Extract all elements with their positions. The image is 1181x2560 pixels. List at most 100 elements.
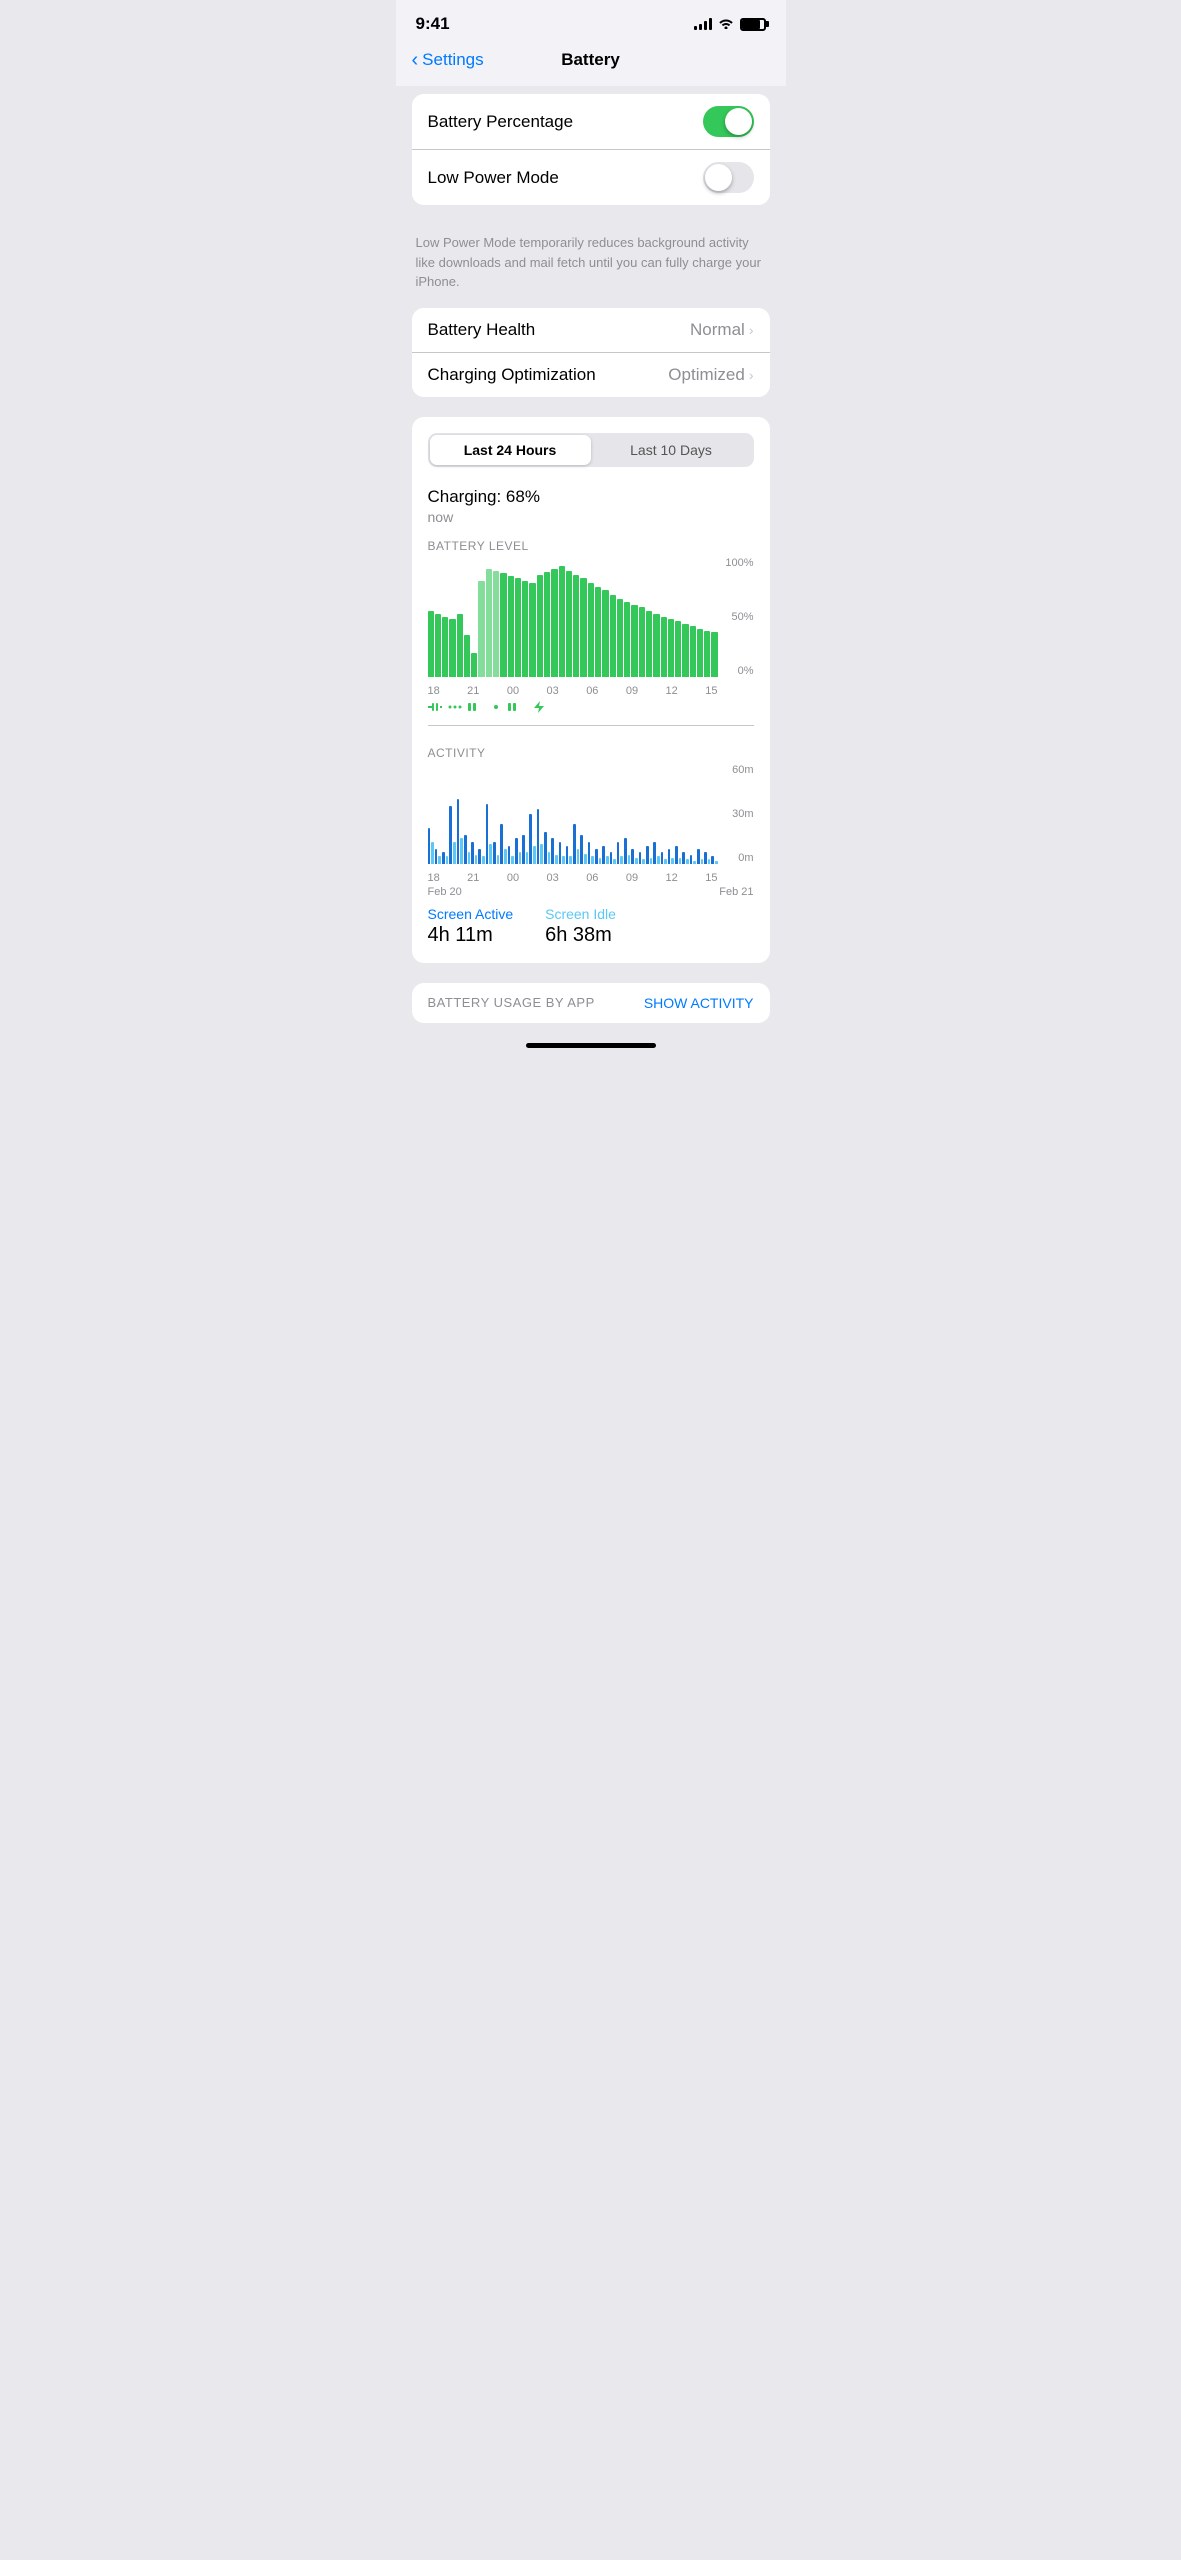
activity-bar-light (511, 856, 514, 863)
segment-last-24h[interactable]: Last 24 Hours (430, 435, 591, 465)
x-label: 12 (666, 685, 678, 697)
battery-bar-wrap (580, 557, 586, 677)
act-x-label: 21 (467, 872, 479, 884)
activity-bar-light (475, 855, 478, 864)
battery-usage-label: BATTERY USAGE BY APP (428, 995, 595, 1010)
battery-bar (559, 566, 565, 676)
battery-bar-wrap (646, 557, 652, 677)
battery-percentage-label: Battery Percentage (428, 112, 574, 132)
activity-bar-light (482, 856, 485, 863)
act-grid-0: 0m (722, 852, 754, 864)
charging-sub-text: now (428, 509, 754, 525)
activity-bar-dark (690, 855, 693, 864)
chart-divider (428, 725, 754, 726)
charging-optimization-row[interactable]: Charging Optimization Optimized › (412, 352, 770, 397)
screen-active-value: 4h 11m (428, 924, 514, 947)
activity-bar-light (671, 858, 674, 864)
battery-bar (478, 581, 484, 677)
battery-bar (508, 576, 514, 677)
battery-bar-wrap (631, 557, 637, 677)
battery-bar (515, 578, 521, 676)
battery-bar (449, 619, 455, 677)
activity-chart-container: 60m 30m 0m 1821000306091215 Feb 20 Feb 2… (412, 764, 770, 898)
battery-health-row[interactable]: Battery Health Normal › (412, 308, 770, 352)
activity-bar-dark (435, 849, 438, 863)
activity-bar-light (540, 844, 543, 864)
screen-idle-label: Screen Idle (545, 906, 616, 922)
battery-percentage-row[interactable]: Battery Percentage (412, 94, 770, 149)
activity-bar-dark (500, 824, 503, 864)
activity-bar-light (664, 859, 667, 863)
activity-bar-light (468, 852, 471, 863)
activity-bar-light (438, 856, 441, 863)
activity-bar-dark (653, 842, 656, 863)
battery-bar-wrap (508, 557, 514, 677)
activity-bar-dark (711, 856, 714, 863)
grid-0: 0% (722, 665, 754, 677)
battery-bar-wrap (588, 557, 594, 677)
x-label: 03 (547, 685, 559, 697)
battery-bar (500, 573, 506, 676)
activity-bar-dark (646, 846, 649, 863)
back-button[interactable]: ‹ Settings (412, 50, 484, 70)
battery-bar (653, 614, 659, 676)
activity-bar-dark (675, 846, 678, 863)
segment-last-10d[interactable]: Last 10 Days (591, 435, 752, 465)
battery-percentage-toggle[interactable] (703, 106, 754, 137)
activity-bar-group (580, 764, 586, 864)
activity-bar-light (599, 858, 602, 864)
activity-bar-dark (588, 842, 591, 863)
activity-bar-group (697, 764, 703, 864)
charging-status: Charging: 68% now (412, 483, 770, 527)
activity-bar-light (446, 856, 449, 863)
activity-bar-dark (595, 849, 598, 863)
activity-bar-light (620, 856, 623, 863)
activity-bars-area (428, 764, 718, 864)
activity-bar-group (595, 764, 601, 864)
nav-header: ‹ Settings Battery (396, 42, 786, 86)
screen-idle-stat: Screen Idle 6h 38m (545, 906, 616, 947)
time-segment-control[interactable]: Last 24 Hours Last 10 Days (428, 433, 754, 467)
battery-bar-wrap (544, 557, 550, 677)
battery-bar (602, 590, 608, 676)
activity-bar-group (566, 764, 572, 864)
activity-bar-group (544, 764, 550, 864)
activity-bar-group (471, 764, 477, 864)
activity-bar-light (533, 846, 536, 863)
low-power-mode-toggle[interactable] (703, 162, 754, 193)
battery-bar (486, 569, 492, 677)
show-activity-button[interactable]: SHOW ACTIVITY (644, 995, 754, 1011)
activity-bar-dark (551, 838, 554, 864)
x-label: 15 (705, 685, 717, 697)
battery-bar (704, 631, 710, 677)
battery-bar-wrap (471, 557, 477, 677)
low-power-mode-row[interactable]: Low Power Mode (412, 149, 770, 205)
act-grid-60: 60m (722, 764, 754, 776)
feb21-label: Feb 21 (719, 886, 753, 898)
activity-bar-dark (471, 842, 474, 863)
home-indicator[interactable] (526, 1043, 656, 1048)
activity-bar-group (639, 764, 645, 864)
date-labels: Feb 20 Feb 21 (428, 884, 754, 898)
battery-bar-wrap (428, 557, 434, 677)
charging-dots-icon (448, 702, 462, 712)
battery-bar-wrap (559, 557, 565, 677)
battery-x-axis: 1821000306091215 (428, 685, 718, 697)
activity-bar-light (606, 856, 609, 863)
battery-bar-wrap (551, 557, 557, 677)
battery-bar (471, 653, 477, 677)
activity-bar-group (668, 764, 674, 864)
activity-bar-light (453, 842, 456, 863)
battery-bar-wrap (457, 557, 463, 677)
battery-usage-row: BATTERY USAGE BY APP SHOW ACTIVITY (428, 995, 754, 1011)
activity-bar-group (428, 764, 434, 864)
battery-bar-wrap (704, 557, 710, 677)
x-label: 09 (626, 685, 638, 697)
activity-bar-group (653, 764, 659, 864)
activity-bar-light (504, 849, 507, 863)
activity-bar-group (464, 764, 470, 864)
battery-bar-wrap (464, 557, 470, 677)
activity-bar-group (573, 764, 579, 864)
battery-icon (740, 18, 766, 31)
activity-bar-group (675, 764, 681, 864)
